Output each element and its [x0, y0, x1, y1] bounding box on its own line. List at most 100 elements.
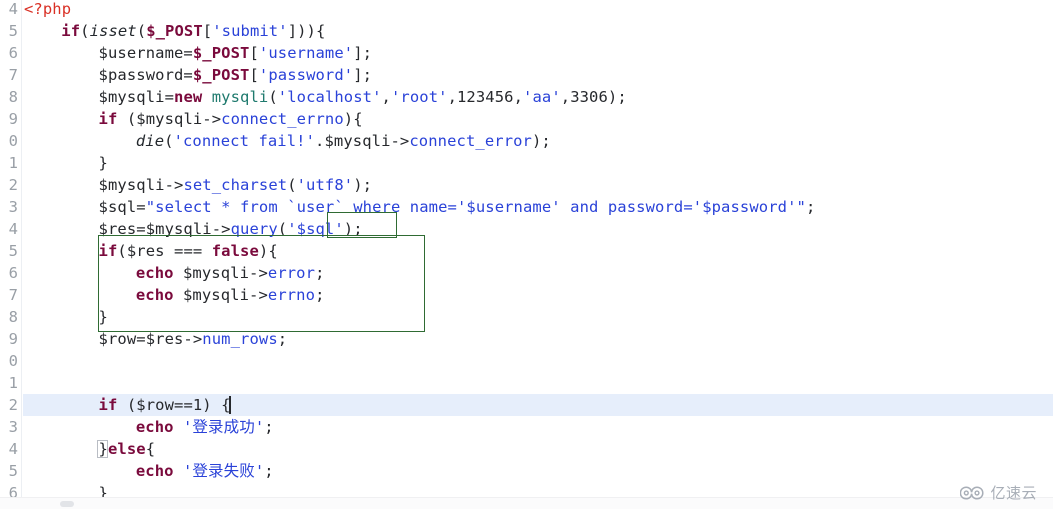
code-token-plain: ; [264, 462, 274, 480]
code-token-plain: [ [202, 22, 213, 40]
code-token-kw: echo [135, 286, 174, 304]
code-token-plain: ,3306); [560, 88, 627, 106]
code-line[interactable]: $row=$res->num_rows; [99, 328, 288, 350]
text-caret [229, 396, 231, 414]
line-number: 8 [8, 308, 18, 326]
code-token-plain: $mysqli= [98, 88, 175, 106]
code-line[interactable]: if ($mysqli->connect_errno){ [99, 108, 363, 130]
line-number: 9 [8, 110, 18, 128]
code-line[interactable]: echo $mysqli->errno; [136, 284, 325, 306]
line-number: 1 [8, 154, 18, 172]
code-token-plain: ($row==1) { [117, 396, 231, 414]
code-token-plain: [ [249, 44, 259, 62]
code-token-prop: connect_error [409, 132, 532, 150]
code-line[interactable]: die('connect fail!'.$mysqli->connect_err… [136, 130, 551, 152]
code-token-prop: error [267, 264, 316, 282]
code-token-str: 'root' [390, 88, 448, 106]
code-token-class: mysqli [211, 88, 269, 106]
line-number-gutter[interactable]: 45678901234567890123456 [0, 0, 22, 509]
code-token-str: 'localhost' [277, 88, 382, 106]
code-token-plain: ; [264, 418, 274, 436]
code-line[interactable]: if ($row==1) { [99, 394, 231, 416]
code-token-str: 'username' [258, 44, 354, 62]
code-token-plain: $row=$res-> [98, 330, 203, 348]
code-surface[interactable]: <?php if(isset($_POST['submit'])){$userna… [0, 0, 1053, 509]
code-token-plain: ( [287, 176, 297, 194]
line-number: 2 [8, 396, 18, 414]
code-line[interactable]: $res=$mysqli->query('$sql'); [99, 218, 363, 240]
code-token-kw: if [98, 242, 118, 260]
code-token-plain: } [98, 154, 108, 172]
code-token-str: 'connect fail!' [173, 132, 316, 150]
code-token-fn: die [135, 132, 165, 150]
code-token-plain: { [145, 440, 156, 458]
line-number: 3 [8, 198, 18, 216]
code-token-plain: $mysqli-> [173, 264, 268, 282]
code-token-prop: query [230, 220, 278, 238]
line-number: 0 [8, 352, 18, 370]
code-line[interactable]: if($res === false){ [99, 240, 278, 262]
watermark: 亿速云 [960, 482, 1037, 503]
code-token-plain: $mysqli-> [98, 176, 184, 194]
code-line[interactable]: $mysqli->set_charset('utf8'); [99, 174, 373, 196]
code-line[interactable]: echo '登录失败'; [136, 460, 274, 482]
code-token-plain: $sql= [98, 198, 146, 216]
code-line[interactable]: $sql="select * from `user` where name='$… [99, 196, 816, 218]
code-line[interactable]: $mysqli=new mysqli('localhost','root',12… [99, 86, 627, 108]
code-token-kw: new [174, 88, 203, 106]
line-number: 4 [8, 0, 18, 18]
code-line[interactable]: if(isset($_POST['submit'])){ [61, 20, 325, 42]
line-number: 5 [8, 242, 18, 260]
code-line[interactable]: } [99, 306, 108, 328]
code-token-plain: } [98, 308, 108, 326]
code-token-plain: $username= [98, 44, 193, 62]
code-token-plain: ; [277, 330, 288, 348]
horizontal-scrollbar-track[interactable] [0, 497, 1053, 509]
code-line[interactable]: }else{ [99, 438, 156, 460]
code-token-var: $_POST [192, 44, 250, 62]
code-token-prop: errno [267, 286, 316, 304]
line-number: 0 [8, 132, 18, 150]
line-number: 7 [8, 286, 18, 304]
code-token-plain: ,123456, [447, 88, 524, 106]
code-editor[interactable]: <?php if(isset($_POST['submit'])){$userna… [0, 0, 1053, 509]
line-number: 1 [8, 374, 18, 392]
code-token-plain: $mysqli-> [173, 286, 268, 304]
code-token-plain: , [381, 88, 391, 106]
code-token-kw: echo [135, 264, 174, 282]
code-token-plain: ; [315, 264, 325, 282]
code-token-str: 'submit' [212, 22, 288, 40]
code-token-plain: .$mysqli-> [315, 132, 410, 150]
horizontal-scrollbar-thumb[interactable] [60, 501, 74, 507]
code-token-plain: ); [353, 176, 373, 194]
code-line[interactable]: echo $mysqli->error; [136, 262, 325, 284]
line-number: 5 [8, 22, 18, 40]
code-token-plain: ( [80, 22, 90, 40]
code-token-plain: ){ [343, 110, 363, 128]
code-token-plain: ); [532, 132, 551, 150]
code-token-plain: ( [164, 132, 174, 150]
code-line[interactable]: echo '登录成功'; [136, 416, 274, 438]
code-token-kw: echo [135, 462, 174, 480]
line-number: 3 [8, 418, 18, 436]
code-token-str: '登录失败' [183, 462, 265, 480]
code-token-str: "select * from `user` where name='$usern… [145, 198, 806, 216]
code-token-prop: set_charset [183, 176, 288, 194]
code-token-str: '$sql' [287, 220, 344, 238]
line-number: 6 [8, 44, 18, 62]
code-line[interactable]: <?php [24, 0, 71, 20]
code-token-plain: ($mysqli-> [117, 110, 222, 128]
code-line[interactable]: } [99, 152, 108, 174]
code-line[interactable]: $password=$_POST['password']; [99, 64, 373, 86]
code-token-str: '登录成功' [183, 418, 265, 436]
line-number: 5 [8, 462, 18, 480]
code-line[interactable]: $username=$_POST['username']; [99, 42, 373, 64]
code-token-kw: if [61, 22, 81, 40]
line-number: 2 [8, 176, 18, 194]
code-token-plain: ])){ [287, 22, 326, 40]
code-token-prop: connect_errno [221, 110, 344, 128]
code-token-fn: isset [89, 22, 137, 40]
line-number: 4 [8, 220, 18, 238]
